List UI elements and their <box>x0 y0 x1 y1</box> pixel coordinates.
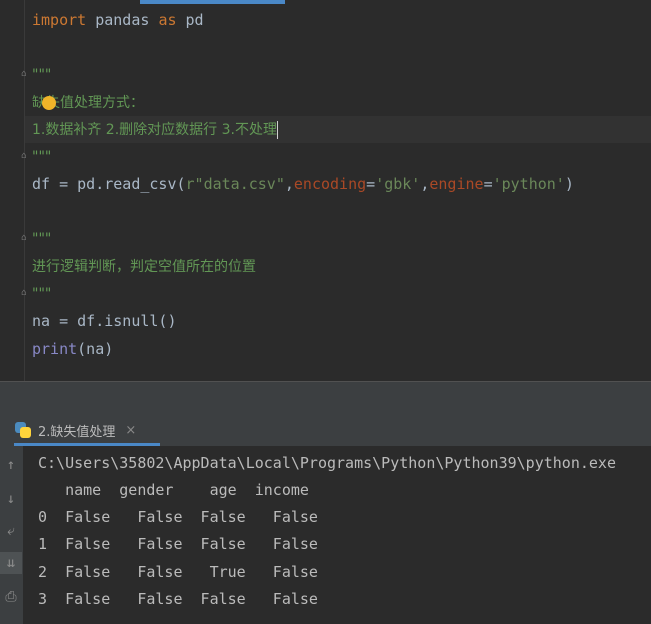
code-line[interactable]: 1.数据补齐 2.删除对应数据行 3.不处理 <box>32 116 278 142</box>
code-token: 进行逻辑判断，判定空值所在的位置 <box>32 259 256 275</box>
code-token: ) <box>564 175 574 193</box>
run-tab-label: 2.缺失值处理 <box>38 424 116 440</box>
code-token: """ <box>32 149 52 165</box>
code-line[interactable]: import pandas as pd <box>32 7 204 33</box>
code-token: """ <box>32 231 52 247</box>
fold-marker-icon[interactable]: ⌂ <box>19 233 29 243</box>
code-token: r"data.csv" <box>185 175 285 193</box>
fold-marker-icon[interactable]: ⌂ <box>19 288 29 298</box>
code-token: 1.数据补齐 2.删除对应数据行 3.不处理 <box>32 122 277 138</box>
code-token: engine <box>429 175 484 193</box>
code-line[interactable]: """ <box>32 225 51 251</box>
gutter-divider <box>24 0 25 381</box>
code-line[interactable]: df = pd.read_csv(r"data.csv",encoding='g… <box>32 171 574 197</box>
code-token: 'gbk' <box>375 175 421 193</box>
console-table-row: 1 False False False False <box>38 535 318 553</box>
fold-marker-icon[interactable]: ⌂ <box>19 151 29 161</box>
code-token: na = df.isnull() <box>32 312 177 330</box>
scroll-to-end-icon[interactable]: ⇊ <box>0 552 22 574</box>
code-token: 'python' <box>492 175 565 193</box>
scroll-up-icon[interactable]: ↑ <box>0 454 22 476</box>
run-toolbar: ↑ ↓ ⤶ ⇊ ⎙ <box>0 446 24 624</box>
code-token: pandas <box>86 11 159 29</box>
console-table-header: name gender age income <box>38 481 309 499</box>
console-table-row: 3 False False False False <box>38 590 318 608</box>
text-caret <box>276 120 278 139</box>
code-token: = <box>483 175 493 193</box>
editor-scroll-indicator <box>140 0 285 4</box>
console-table-row: 2 False False True False <box>38 563 318 581</box>
print-icon[interactable]: ⎙ <box>0 586 22 608</box>
tab-run-script[interactable]: 2.缺失值处理 × <box>14 416 136 444</box>
run-console-output[interactable]: C:\Users\35802\AppData\Local\Programs\Py… <box>24 446 651 624</box>
lightbulb-icon[interactable] <box>42 96 56 110</box>
code-token: """ <box>32 67 52 83</box>
code-token: , <box>284 175 294 193</box>
panel-divider[interactable] <box>0 381 651 415</box>
code-token: as <box>158 11 177 29</box>
scroll-down-icon[interactable]: ↓ <box>0 488 22 510</box>
code-line[interactable]: print(na) <box>32 336 113 362</box>
code-editor[interactable]: import pandas as pd """ 缺失值处理方式： 1.数据补齐 2.删… <box>0 0 651 381</box>
code-line[interactable]: """ <box>32 143 51 169</box>
code-line[interactable]: """ <box>32 61 51 87</box>
code-line[interactable]: 进行逻辑判断，判定空值所在的位置 <box>32 253 256 279</box>
code-token: pd <box>176 11 204 29</box>
console-python-path: C:\Users\35802\AppData\Local\Programs\Py… <box>38 454 616 472</box>
code-token: """ <box>32 286 52 302</box>
code-token: print <box>32 340 78 358</box>
code-token: (na) <box>77 340 114 358</box>
console-table-row: 0 False False False False <box>38 508 318 526</box>
fold-marker-icon[interactable]: ⌂ <box>19 69 29 79</box>
close-icon[interactable]: × <box>125 423 136 438</box>
soft-wrap-icon[interactable]: ⤶ <box>0 520 22 542</box>
code-token: = <box>366 175 376 193</box>
code-token: encoding <box>293 175 367 193</box>
code-token: df = pd.read_csv( <box>32 175 186 193</box>
python-icon <box>14 421 32 439</box>
code-line[interactable]: """ <box>32 280 51 306</box>
code-token: import <box>32 11 87 29</box>
code-line[interactable]: na = df.isnull() <box>32 308 177 334</box>
